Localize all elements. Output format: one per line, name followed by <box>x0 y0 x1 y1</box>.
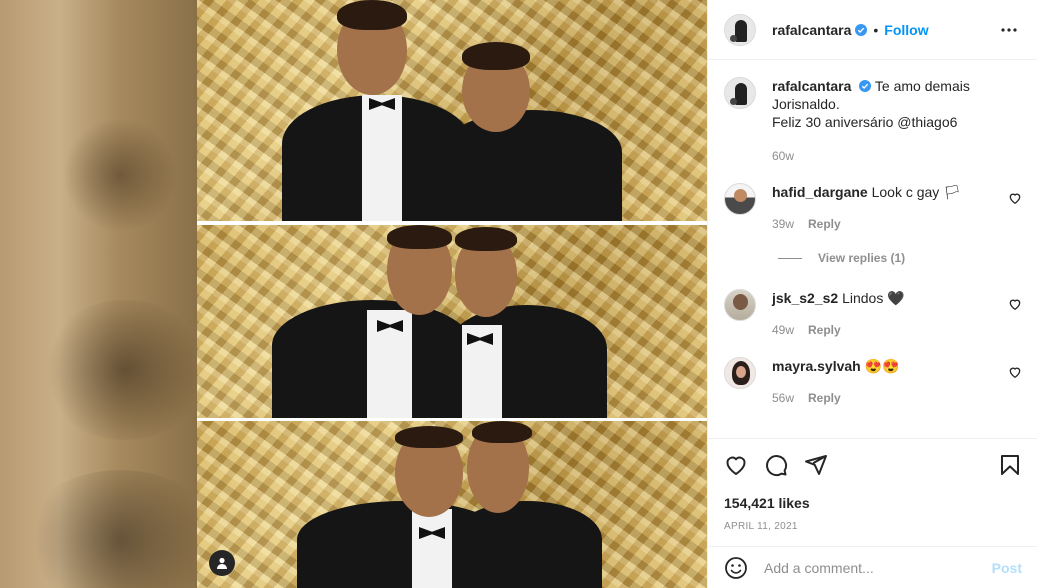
reply-button[interactable]: Reply <box>808 389 841 407</box>
caption-avatar[interactable] <box>724 77 756 109</box>
caption-time: 60w <box>772 149 795 163</box>
comment-username[interactable]: jsk_s2_s2 <box>772 290 838 306</box>
heart-icon[interactable] <box>1008 191 1022 205</box>
comment-text: 😍😍 <box>864 358 900 374</box>
commenter-avatar[interactable] <box>724 289 756 321</box>
photo-strip-2 <box>197 225 707 418</box>
replies-divider <box>778 257 802 259</box>
caption: rafalcantara Te amo demais Jorisnaldo. F… <box>724 77 1022 165</box>
caption-username[interactable]: rafalcantara <box>772 78 851 94</box>
comment-icon[interactable] <box>764 453 788 477</box>
heart-icon[interactable] <box>724 453 748 477</box>
author-username[interactable]: rafalcantara <box>772 22 851 38</box>
share-icon[interactable] <box>804 453 828 477</box>
reply-button[interactable]: Reply <box>808 321 841 339</box>
view-replies-button[interactable]: View replies (1) <box>778 251 1022 265</box>
post-date[interactable]: APRIL 11, 2021 <box>724 521 1022 532</box>
comment-time: 39w <box>772 217 795 231</box>
save-icon[interactable] <box>998 453 1022 477</box>
verified-icon <box>859 80 872 92</box>
comment-username[interactable]: hafid_dargane <box>772 184 868 200</box>
comment-item: mayra.sylvah 😍😍 56w Reply <box>724 357 1022 407</box>
heart-icon[interactable] <box>1008 365 1022 379</box>
post-button[interactable]: Post <box>992 560 1022 576</box>
post-header: rafalcantara • Follow <box>708 0 1037 60</box>
comment-username[interactable]: mayra.sylvah <box>772 358 861 374</box>
comments-section[interactable]: rafalcantara Te amo demais Jorisnaldo. F… <box>708 61 1037 437</box>
likes-count[interactable]: 154,421 likes <box>724 495 1022 511</box>
comment-text: Lindos 🖤 <box>842 290 905 306</box>
heart-icon[interactable] <box>1008 297 1022 311</box>
post-photo[interactable] <box>197 0 707 588</box>
comment-text: Look c gay 🏳 <box>871 184 961 200</box>
comment-item: jsk_s2_s2 Lindos 🖤 49w Reply <box>724 289 1022 339</box>
blurred-background <box>0 0 197 588</box>
verified-icon <box>855 23 868 36</box>
caption-text-line3: Feliz 30 aniversário @thiago6 <box>772 114 958 130</box>
comment-time: 56w <box>772 391 795 405</box>
caption-text-line2: Jorisnaldo. <box>772 96 840 112</box>
caption-text-line1: Te amo demais <box>874 78 970 94</box>
comment-input[interactable] <box>764 559 992 576</box>
add-comment-bar: Post <box>708 546 1037 588</box>
photo-strip-3 <box>197 421 707 588</box>
follow-button[interactable]: Follow <box>884 22 928 38</box>
commenter-avatar[interactable] <box>724 357 756 389</box>
user-tag-icon[interactable] <box>209 550 235 576</box>
separator-dot: • <box>873 21 879 38</box>
emoji-icon[interactable] <box>724 556 748 580</box>
reply-button[interactable]: Reply <box>808 215 841 233</box>
view-replies-label: View replies (1) <box>818 251 906 265</box>
post-actions: 154,421 likes APRIL 11, 2021 <box>708 438 1037 532</box>
author-avatar[interactable] <box>724 13 756 46</box>
photo-strip-1 <box>197 0 707 221</box>
commenter-avatar[interactable] <box>724 183 756 215</box>
more-options-icon[interactable] <box>997 18 1021 42</box>
comment-item: hafid_dargane Look c gay 🏳 39w Reply <box>724 183 1022 233</box>
post-details-panel: rafalcantara • Follow rafalcantara Te am… <box>707 0 1037 588</box>
comment-time: 49w <box>772 323 795 337</box>
